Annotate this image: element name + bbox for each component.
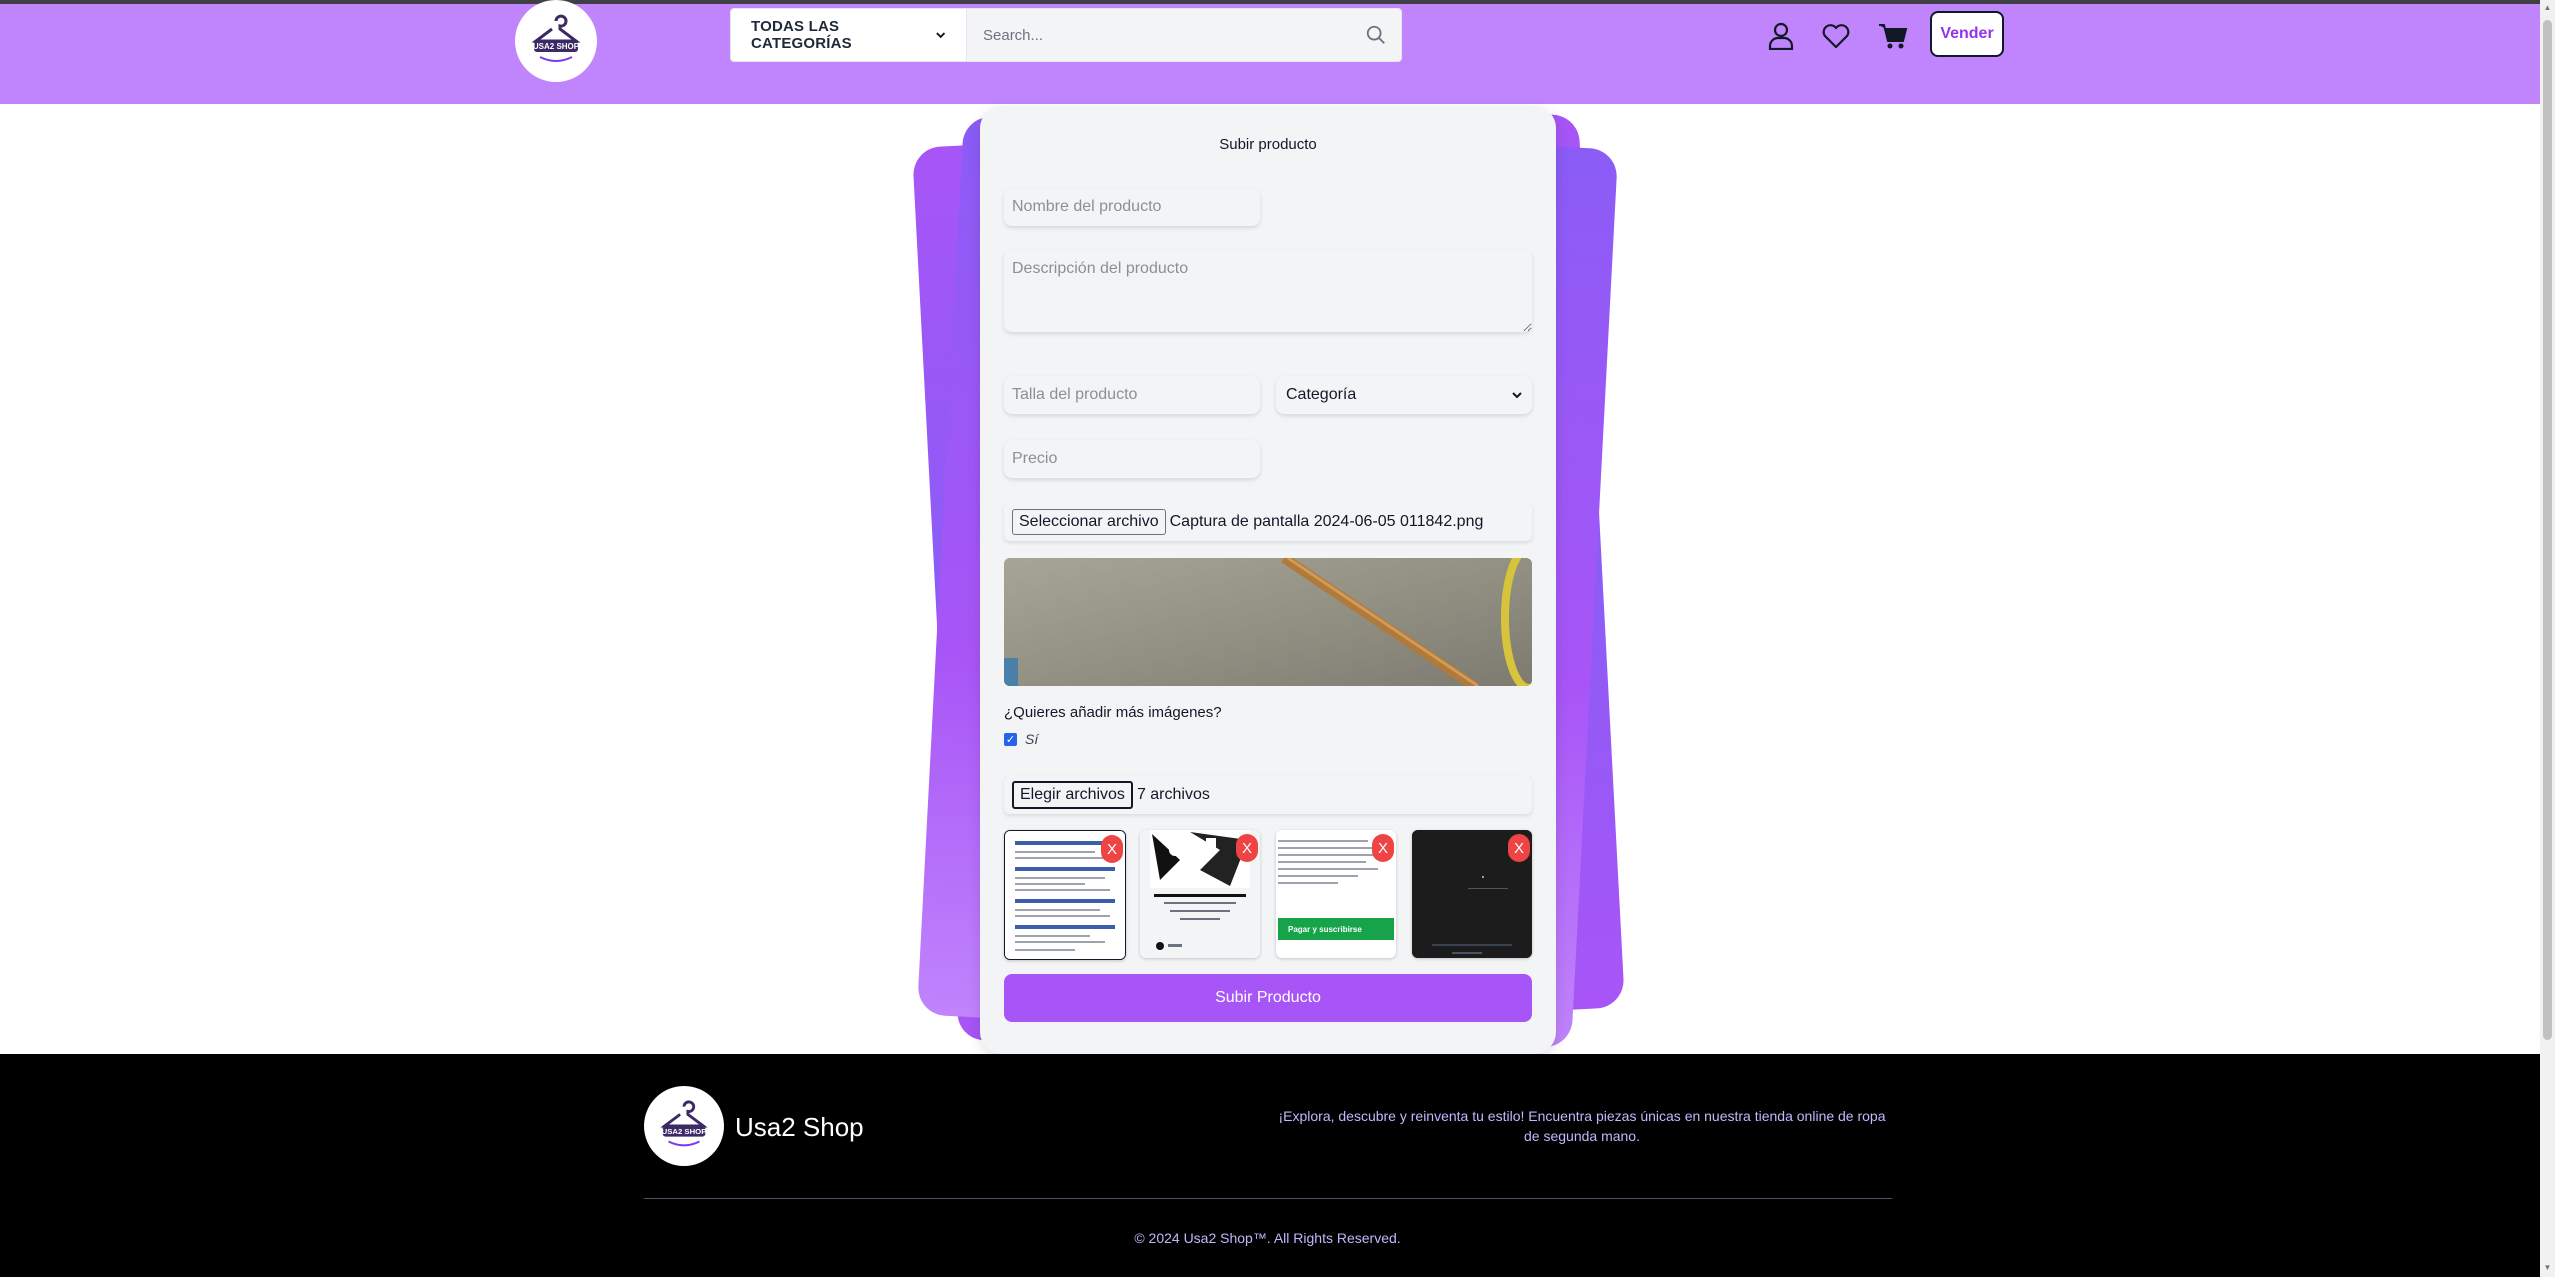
category-dropdown[interactable]: TODAS LAS CATEGORÍAS [731,9,967,61]
sell-button[interactable]: Vender [1930,11,2004,57]
cart-icon [1879,24,1908,49]
site-header: USA2 SHOP TODAS LAS CATEGORÍAS Search...… [0,0,2540,104]
more-images-question: ¿Quieres añadir más imágenes? [1004,704,1222,721]
site-footer: USA2 SHOP Usa2 Shop ¡Explora, descubre y… [0,1054,2540,1277]
site-logo[interactable]: USA2 SHOP [515,0,597,82]
form-title: Subir producto [1219,136,1317,153]
choose-files-button[interactable]: Elegir archivos [1012,781,1133,809]
footer-divider [644,1198,1892,1199]
user-icon [1768,22,1794,50]
main-image-file-input: Seleccionar archivo Captura de pantalla … [1004,503,1532,541]
selected-file-name: Captura de pantalla 2024-06-05 011842.pn… [1169,513,1484,530]
footer-copyright: © 2024 Usa2 Shop™. All Rights Reserved. [1134,1230,1401,1246]
footer-brand-name: Usa2 Shop [735,1112,864,1142]
search-bar: TODAS LAS CATEGORÍAS [730,8,1402,62]
select-file-button[interactable]: Seleccionar archivo [1012,509,1166,535]
more-images-option: ✓ Sí [1004,731,1038,747]
upload-product-form: Subir producto Categoría Seleccionar arc… [980,106,1556,1054]
scroll-down-arrow-icon[interactable]: ▼ [2543,1264,2552,1272]
main-image-preview-picture [1004,558,1532,686]
page-scrollbar[interactable]: ▲ ▼ [2540,0,2555,1277]
product-name-input[interactable] [1004,188,1260,226]
extra-image-thumbnail: Pagar y suscribirse X [1276,830,1396,958]
footer-description: ¡Explora, descubre y reinventa tu estilo… [1278,1108,1886,1144]
remove-image-button[interactable]: X [1508,834,1530,862]
more-images-checkbox-label: Sí [1025,731,1039,747]
extra-image-thumbnail: X [1004,830,1126,960]
category-dropdown-label: TODAS LAS CATEGORÍAS [751,18,852,52]
product-size-input[interactable] [1004,376,1260,414]
extra-image-thumbnail: X [1412,830,1532,958]
search-input[interactable] [967,9,1351,61]
heart-icon [1822,24,1850,49]
category-select[interactable]: Categoría [1276,376,1532,414]
extra-images-file-input: Elegir archivos 7 archivos [1004,776,1532,814]
chevron-down-icon [1512,392,1522,399]
main-image-preview [1004,558,1532,686]
category-select-value: Categoría [1286,386,1357,403]
scrollbar-thumb[interactable] [2543,20,2552,1040]
remove-image-button[interactable]: X [1236,834,1258,862]
footer-logo[interactable]: USA2 SHOP [644,1086,724,1166]
logo-text: USA2 SHOP [533,42,580,51]
footer-logo-text: USA2 SHOP [662,1127,707,1136]
price-input[interactable] [1004,440,1260,478]
more-images-checkbox[interactable]: ✓ [1004,732,1017,746]
pay-subscribe-button: Pagar y suscribirse [1278,918,1394,940]
selected-files-count: 7 archivos [1136,786,1210,803]
remove-image-button[interactable]: X [1372,834,1394,862]
product-description-input[interactable] [1004,250,1532,332]
scroll-up-arrow-icon[interactable]: ▲ [2543,4,2552,12]
account-button[interactable] [1763,18,1799,54]
search-icon [1366,25,1385,44]
wishlist-button[interactable] [1818,18,1854,54]
extra-image-thumbnail: X [1140,830,1260,958]
chevron-down-icon [935,32,945,39]
hanger-logo-icon: USA2 SHOP [526,11,586,71]
submit-product-button[interactable]: Subir Producto [1004,974,1532,1022]
search-button[interactable] [1351,9,1401,61]
remove-image-button[interactable]: X [1101,835,1123,863]
cart-button[interactable] [1875,18,1911,54]
hanger-logo-icon: USA2 SHOP [654,1096,714,1156]
